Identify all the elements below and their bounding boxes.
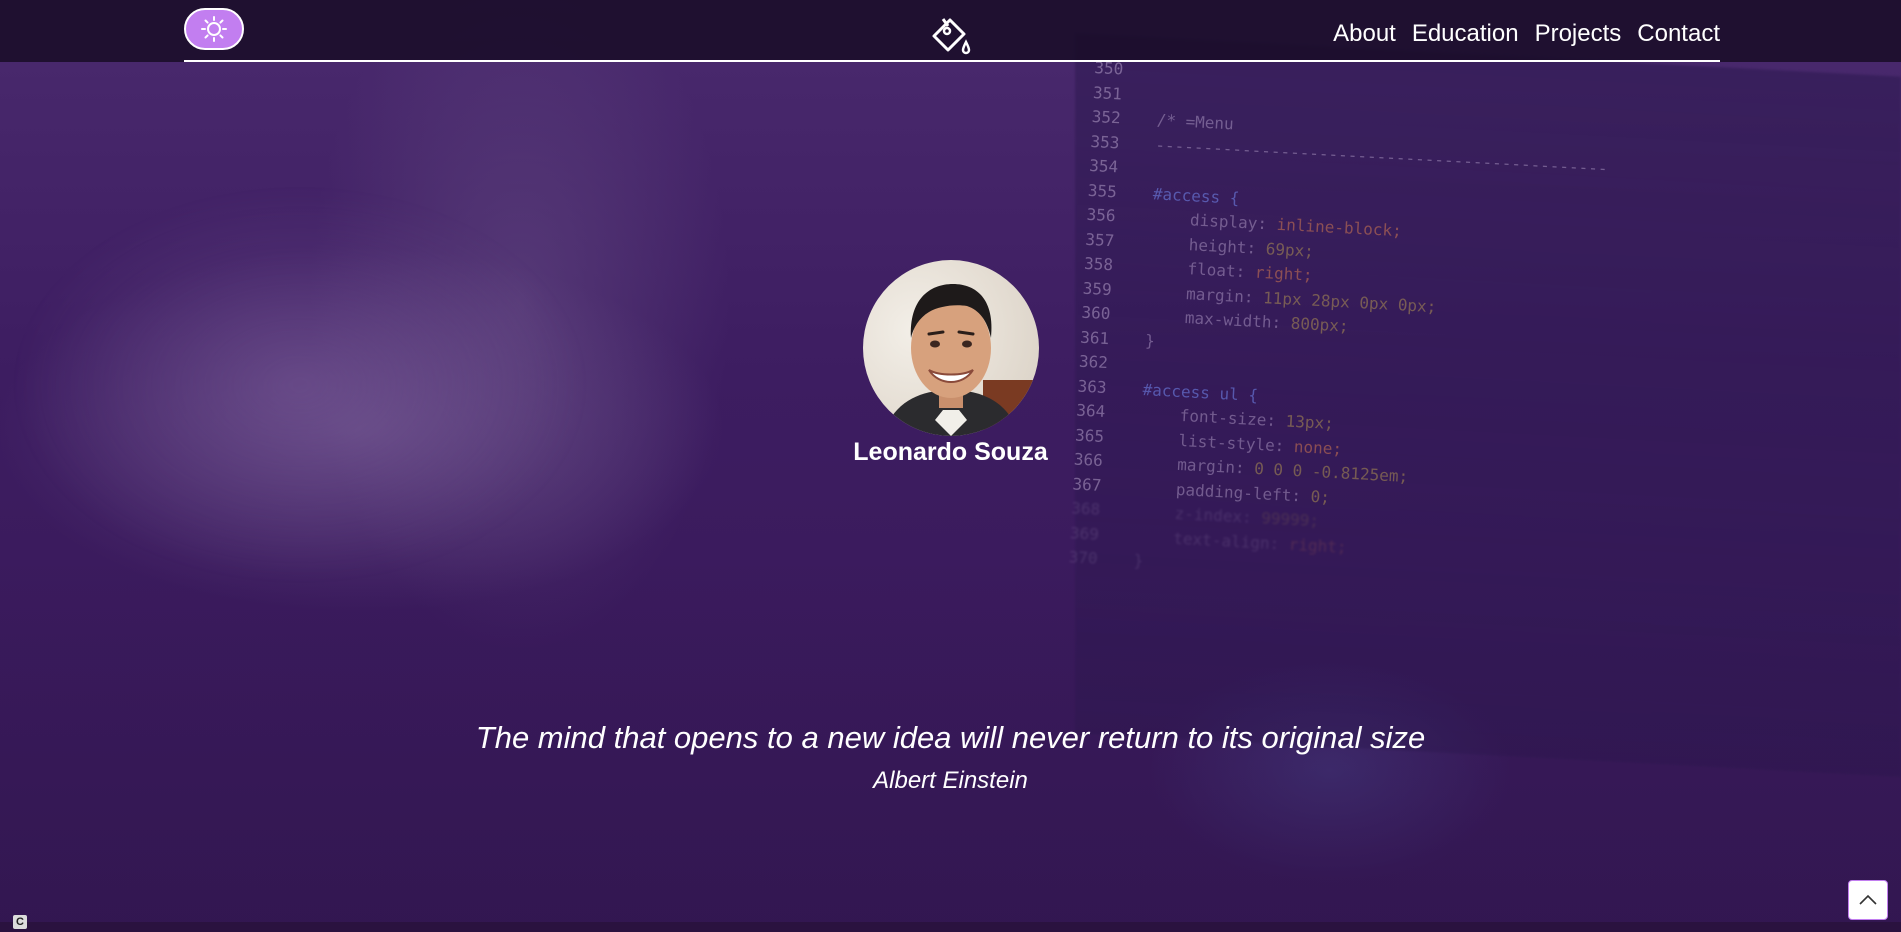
code-line-number: 352 xyxy=(1091,106,1122,128)
code-line-number: 369 xyxy=(1069,522,1100,544)
code-line-text: #access { xyxy=(1152,183,1240,208)
code-line-number: 351 xyxy=(1092,82,1123,103)
site-header: About Education Projects Contact xyxy=(0,0,1901,62)
bottom-strip xyxy=(0,922,1901,932)
quote-text: The mind that opens to a new idea will n… xyxy=(475,720,1426,755)
back-to-top-button[interactable] xyxy=(1848,880,1888,920)
sun-icon xyxy=(201,16,227,42)
code-line-number: 360 xyxy=(1081,302,1111,324)
code-line-text: #access ul { xyxy=(1142,379,1259,405)
quote-author: Albert Einstein xyxy=(873,767,1028,794)
header-divider xyxy=(184,60,1720,62)
code-line-text: } xyxy=(1144,330,1156,351)
profile-name: Leonardo Souza xyxy=(853,438,1048,466)
code-line-number: 353 xyxy=(1090,131,1120,152)
code-line-number: 361 xyxy=(1079,327,1110,348)
code-line-number: 356 xyxy=(1086,204,1117,226)
code-line-number: 355 xyxy=(1087,180,1118,201)
code-line-number: 357 xyxy=(1084,229,1115,250)
code-line-number: 364 xyxy=(1075,400,1106,422)
nav-education[interactable]: Education xyxy=(1412,20,1519,48)
main-nav: About Education Projects Contact xyxy=(1333,20,1720,48)
code-line-number: 358 xyxy=(1083,253,1114,275)
code-line-number: 368 xyxy=(1070,498,1101,519)
theme-toggle-button[interactable] xyxy=(184,8,244,50)
paint-bucket-icon[interactable] xyxy=(928,16,976,60)
code-line-number: 363 xyxy=(1077,376,1108,397)
background-code: 350 351 352/* =Menu 353 --------------------… xyxy=(1068,56,1612,597)
code-line-number: 362 xyxy=(1078,351,1109,373)
avatar xyxy=(863,260,1039,436)
corner-badge[interactable]: C xyxy=(13,915,27,929)
code-line-text: /* =Menu xyxy=(1156,110,1235,134)
nav-contact[interactable]: Contact xyxy=(1637,20,1720,48)
code-line-number: 359 xyxy=(1082,278,1113,299)
nav-projects[interactable]: Projects xyxy=(1535,20,1622,48)
nav-about[interactable]: About xyxy=(1333,20,1396,48)
chevron-up-icon xyxy=(1859,894,1877,905)
code-line-number: 354 xyxy=(1088,155,1119,177)
code-line-number: 367 xyxy=(1072,473,1102,495)
